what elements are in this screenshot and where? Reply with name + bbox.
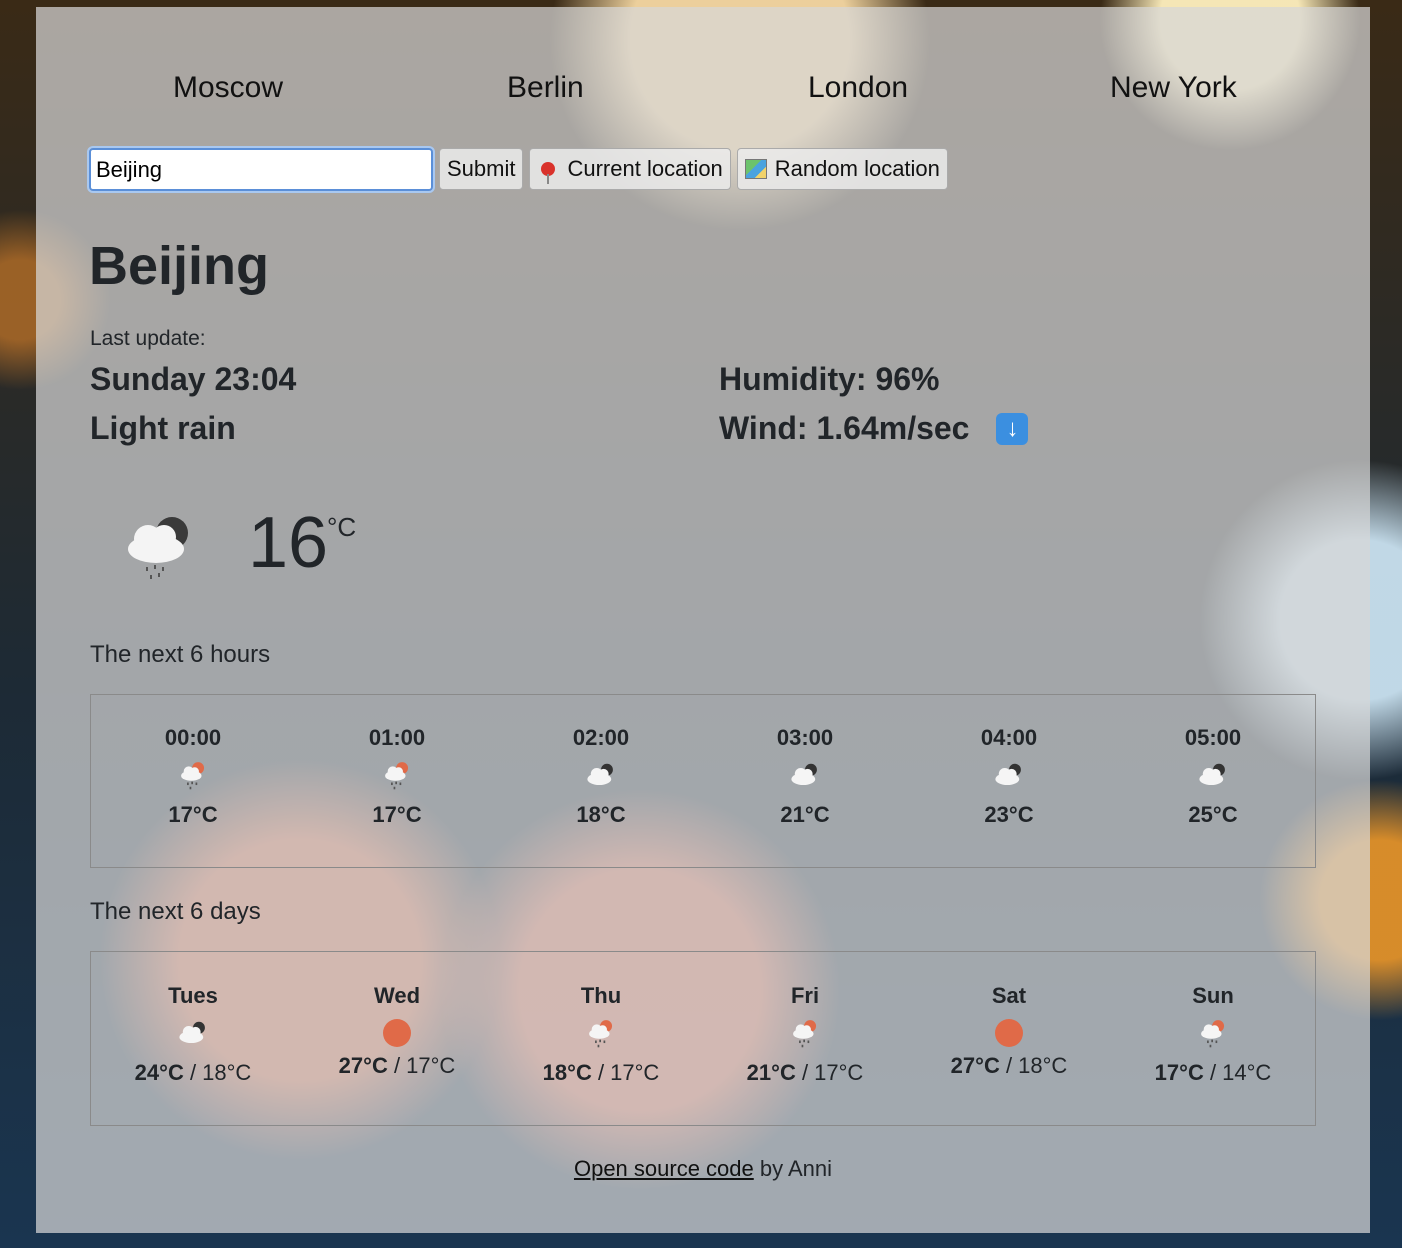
day-temperature: 18°C / 17°C (543, 1060, 660, 1086)
cloud-icon (1196, 751, 1230, 802)
city-link-new-york[interactable]: New York (1110, 71, 1237, 105)
current-location-label: Current location (567, 156, 723, 181)
day-max-temp: 18°C (542, 1060, 592, 1085)
hourly-forecast: 00:00 17°C 01:00 17°C 02:00 18°C 03:00 21°C 04:0… (90, 694, 1316, 868)
hour-time: 02:00 (572, 725, 630, 750)
day-min-temp: / 14°C (1203, 1060, 1272, 1085)
footer-author: by Anni (753, 1156, 833, 1181)
rain-cloud-icon (128, 517, 188, 579)
hour-temperature: 21°C (780, 802, 830, 827)
weather-card: Moscow Berlin London New York Submit Cur… (36, 7, 1370, 1233)
hour-forecast-item: 04:00 23°C (907, 725, 1111, 867)
day-max-temp: 27°C (338, 1053, 388, 1078)
wind-direction-icon: ↓ (996, 412, 1029, 445)
day-forecast-item: Sun 17°C / 14°C (1111, 983, 1315, 1125)
hour-temperature: 17°C (168, 802, 218, 827)
weather-description: Light rain (90, 410, 236, 446)
day-min-temp: / 17°C (591, 1060, 660, 1085)
hour-forecast-item: 00:00 17°C (91, 725, 295, 867)
cloud-icon (176, 1009, 210, 1060)
submit-button[interactable]: Submit (439, 148, 524, 190)
map-icon (744, 159, 767, 179)
day-min-temp: / 17°C (795, 1060, 864, 1085)
hour-forecast-item: 03:00 21°C (703, 725, 907, 867)
footer: Open source code by Anni (36, 1156, 1370, 1182)
cloud-icon (992, 751, 1026, 802)
day-forecast-item: Fri 21°C / 17°C (703, 983, 907, 1125)
hour-time: 01:00 (368, 725, 426, 750)
day-temperature: 24°C / 18°C (135, 1060, 252, 1086)
hour-time: 00:00 (164, 725, 222, 750)
hour-forecast-item: 05:00 25°C (1111, 725, 1315, 867)
city-title: Beijing (89, 236, 270, 296)
hour-temperature: 25°C (1188, 802, 1238, 827)
rain-sun-icon (1196, 1009, 1230, 1060)
search-form: Submit Current location Random location (87, 146, 948, 193)
day-forecast-item: Thu 18°C / 17°C (499, 983, 703, 1125)
humidity: Humidity: 96% (719, 361, 940, 397)
day-temperature: 21°C / 17°C (747, 1060, 864, 1086)
cloud-icon (584, 751, 618, 802)
hour-temperature: 18°C (576, 802, 626, 827)
wind-value: Wind: 1.64m/sec (719, 410, 970, 446)
day-name: Thu (580, 983, 622, 1008)
days-section-title: The next 6 days (90, 898, 261, 925)
day-forecast-item: Wed 27°C / 17°C (295, 983, 499, 1125)
day-max-temp: 27°C (950, 1053, 1000, 1078)
city-link-london[interactable]: London (808, 71, 908, 105)
sun-icon (383, 1019, 411, 1047)
hours-section-title: The next 6 hours (90, 641, 271, 668)
day-temperature: 27°C / 18°C (951, 1053, 1068, 1079)
hour-forecast-item: 01:00 17°C (295, 725, 499, 867)
cloud-icon (788, 751, 822, 802)
day-name: Tues (168, 983, 218, 1008)
day-max-temp: 17°C (1154, 1060, 1204, 1085)
last-update-datetime: Sunday 23:04 (90, 361, 297, 397)
hour-temperature: 17°C (372, 802, 422, 827)
current-location-button[interactable]: Current location (529, 148, 731, 190)
hour-temperature: 23°C (984, 802, 1034, 827)
day-temperature: 27°C / 17°C (339, 1053, 456, 1079)
city-link-berlin[interactable]: Berlin (507, 71, 584, 105)
rain-sun-icon (380, 751, 414, 802)
day-name: Sat (991, 983, 1027, 1008)
day-forecast-item: Tues 24°C / 18°C (91, 983, 295, 1125)
hour-time: 03:00 (776, 725, 834, 750)
day-min-temp: / 18°C (183, 1060, 252, 1085)
day-temperature: 17°C / 14°C (1155, 1060, 1272, 1086)
submit-label: Submit (447, 156, 516, 181)
hour-forecast-item: 02:00 18°C (499, 725, 703, 867)
temperature-unit: °C (327, 512, 357, 542)
daily-forecast: Tues 24°C / 18°C Wed 27°C / 17°C Thu 18°C / 1… (90, 951, 1316, 1126)
wind: Wind: 1.64m/sec ↓ (719, 410, 1029, 447)
city-link-moscow[interactable]: Moscow (173, 71, 283, 105)
rain-sun-icon (584, 1009, 618, 1060)
sun-icon (995, 1019, 1023, 1047)
hour-time: 04:00 (980, 725, 1038, 750)
day-max-temp: 24°C (134, 1060, 184, 1085)
day-min-temp: / 18°C (999, 1053, 1068, 1078)
day-forecast-item: Sat 27°C / 18°C (907, 983, 1111, 1125)
source-code-link[interactable]: Open source code (574, 1156, 754, 1181)
rain-sun-icon (788, 1009, 822, 1060)
pin-icon (537, 162, 559, 184)
random-location-label: Random location (774, 156, 940, 181)
hour-time: 05:00 (1184, 725, 1242, 750)
day-name: Sun (1192, 983, 1234, 1008)
city-search-input[interactable] (87, 146, 435, 193)
current-temperature: 16 (248, 503, 329, 583)
day-min-temp: / 17°C (387, 1053, 456, 1078)
rain-sun-icon (176, 751, 210, 802)
random-location-button[interactable]: Random location (736, 148, 948, 190)
day-name: Wed (373, 983, 421, 1008)
day-name: Fri (790, 983, 820, 1008)
day-max-temp: 21°C (746, 1060, 796, 1085)
last-update-label: Last update: (90, 327, 206, 350)
